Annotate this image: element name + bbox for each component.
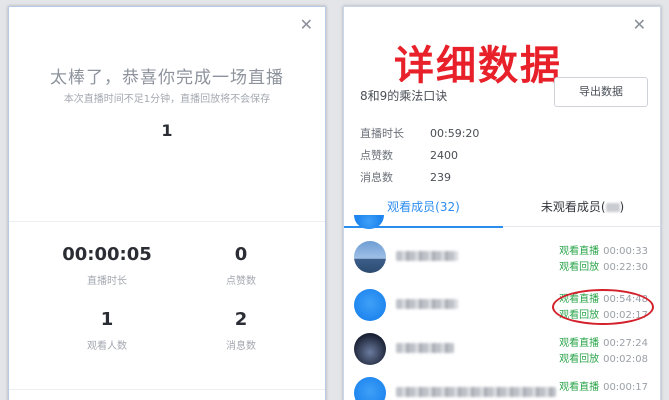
congrats-title: 太棒了，恭喜你完成一场直播 [50,68,284,88]
blurred-member-name [396,343,454,353]
stat-label: 点赞数 [226,276,256,287]
blurred-count [605,203,620,212]
export-data-button[interactable]: 导出数据 [554,77,648,107]
stat-value: 0 [234,244,248,265]
member-row[interactable]: 观看直播 00:00:17 [344,371,660,400]
live-time: 00:00:17 [603,382,648,393]
live-finished-dialog: ✕ 太棒了，恭喜你完成一场直播 本次直播时间不足1分钟，直播回放将不会保存 1 … [8,6,326,400]
live-detail-dialog: ✕ 详细数据 8和9的乘法口诀 导出数据 直播时长 00:59:20 点赞数 240… [343,6,661,400]
avatar [354,333,386,365]
tab-label: 未观看成员( [540,200,606,214]
stat-value: 00:00:05 [62,244,152,265]
divider [9,389,325,390]
live-record: 观看直播 00:00:33 [559,242,648,257]
blurred-member-name [396,299,458,309]
stat-label: 直播时长 [87,276,127,287]
info-duration: 直播时长 00:59:20 [360,125,479,141]
info-messages: 消息数 239 [360,169,451,185]
course-title: 8和9的乘法口诀 [360,89,448,103]
info-key: 直播时长 [360,127,404,140]
live-time: 00:00:33 [603,246,648,257]
stat-duration: 00:00:05 直播时长 [32,244,182,287]
replay-tag: 观看回放 [559,354,600,365]
tab-label: 观看成员(32) [387,200,460,214]
member-row[interactable]: 观看直播 00:00:33 观看回放 00:22:30 [344,235,660,279]
replay-record: 观看回放 00:02:08 [559,350,648,365]
replay-tag: 观看回放 [559,262,600,273]
live-record: 观看直播 00:27:24 [559,334,648,349]
live-time: 00:27:24 [603,338,648,349]
stat-viewers: 1 观看人数 [32,309,182,352]
divider [9,221,325,222]
info-likes: 点赞数 2400 [360,147,458,163]
avatar [354,289,386,321]
blurred-member-name [396,251,458,261]
live-tag: 观看直播 [559,338,600,349]
member-tabs: 观看成员(32) 未观看成员() [344,193,660,228]
replay-notice: 本次直播时间不足1分钟，直播回放将不会保存 [63,94,271,105]
stat-label: 消息数 [226,341,256,352]
info-value: 239 [430,171,451,184]
replay-time: 00:02:08 [603,354,648,365]
live-tag: 观看直播 [559,246,600,257]
stat-messages: 2 消息数 [166,309,316,352]
top-number: 1 [161,121,173,140]
live-tag: 观看直播 [559,382,600,393]
live-record: 观看直播 00:00:17 [559,378,648,393]
tab-unwatched-members[interactable]: 未观看成员() [503,193,660,227]
close-icon[interactable]: ✕ [633,17,646,33]
info-key: 消息数 [360,171,393,184]
stat-value: 1 [100,309,114,330]
blurred-member-name [396,387,556,397]
replay-time: 00:22:30 [603,262,648,273]
info-key: 点赞数 [360,149,393,162]
info-value: 00:59:20 [430,127,480,140]
avatar [354,241,386,273]
stat-value: 2 [234,309,248,330]
member-row[interactable]: 观看直播 00:27:24 观看回放 00:02:08 [344,327,660,371]
highlight-annotation [552,289,654,325]
annotation-title: 详细数据 [394,43,562,89]
info-value: 2400 [430,149,458,162]
stat-label: 观看人数 [87,341,127,352]
replay-record: 观看回放 00:22:30 [559,258,648,273]
stat-likes: 0 点赞数 [166,244,316,287]
close-icon[interactable]: ✕ [300,17,313,33]
avatar [354,377,386,400]
